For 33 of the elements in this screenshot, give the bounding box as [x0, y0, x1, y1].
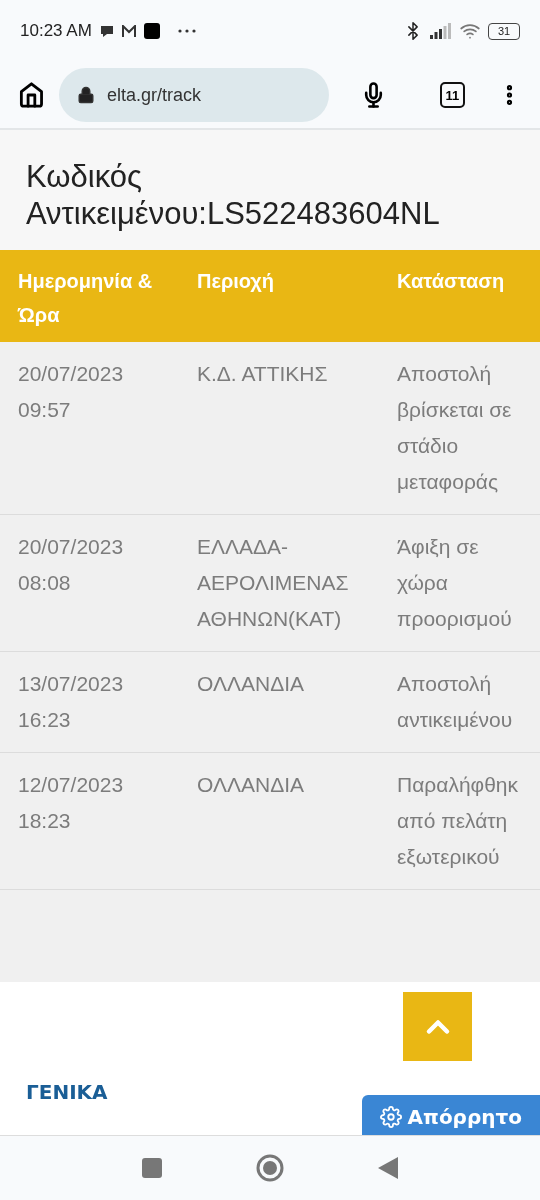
area-cell-text: ΕΛΛΑΔΑ-ΑΕΡΟΛΙΜΕΝΑΣ ΑΘΗΝΩΝ(ΚΑΤ) — [197, 534, 350, 632]
wifi-icon — [460, 21, 480, 41]
status-cell-text: Αποστολή αντικειμένου — [397, 671, 514, 733]
date-cell-text: 13/07/2023 16:23 — [18, 671, 125, 733]
item-code-title: Κωδικός Αντικειμένου:LS522483604NL — [25, 158, 441, 233]
area-cell-text: Κ.Δ. ΑΤΤΙΚΗΣ — [197, 361, 329, 387]
status-cell-text: Παραλήφθηκ από πελάτη εξωτερικού — [397, 772, 520, 870]
chat-icon — [99, 24, 114, 38]
tab-count[interactable]: 11 — [439, 82, 466, 108]
date-cell-text: 20/07/2023 08:08 — [18, 534, 125, 596]
status-time: 10:23 AM — [20, 21, 92, 41]
address-bar[interactable]: elta.gr/track — [58, 68, 329, 122]
area-cell-text: ΟΛΛΑΝΔΙΑ — [197, 772, 306, 798]
status-cell-text: Αποστολή βρίσκεται σε στάδιο μεταφοράς — [397, 361, 513, 495]
column-header: Περιοχή — [197, 269, 276, 294]
back-icon[interactable] — [378, 1157, 398, 1179]
gear-icon — [379, 1106, 402, 1128]
status-cell-text: Άφιξη σε χώρα προορισμού — [397, 534, 513, 632]
date-cell-text: 12/07/2023 18:23 — [18, 772, 125, 834]
home-button-icon[interactable] — [256, 1154, 284, 1182]
privacy-button[interactable]: Απόρρητο — [361, 1095, 540, 1135]
lock-icon — [76, 86, 95, 104]
more-icon — [177, 29, 196, 33]
signal-icon — [430, 23, 452, 39]
column-header: Ημερομηνία & Ώρα — [18, 269, 154, 328]
footer-heading: ΓΕΝΙΚΑ — [26, 1080, 108, 1104]
area-cell-text: ΟΛΛΑΝΔΙΑ — [197, 671, 306, 697]
battery-icon: 31 — [488, 22, 520, 40]
column-header: Κατάσταση — [397, 269, 506, 294]
date-cell-text: 20/07/2023 09:57 — [18, 361, 125, 423]
home-icon[interactable] — [18, 81, 45, 109]
mail-icon — [121, 24, 136, 38]
app-icon — [143, 23, 160, 39]
